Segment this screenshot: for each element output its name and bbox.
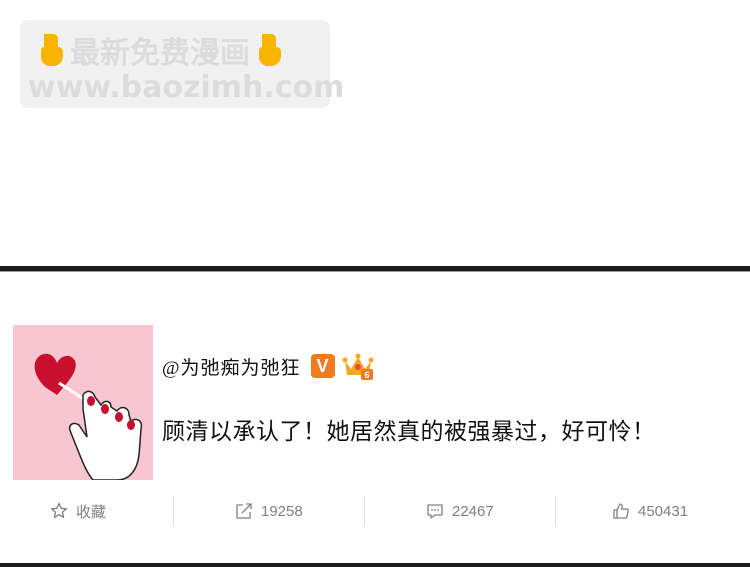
lollipop-hand-icon xyxy=(13,325,153,480)
pointing-hand-icon xyxy=(254,32,284,68)
svg-text:6: 6 xyxy=(364,370,369,380)
avatar[interactable] xyxy=(13,325,153,480)
watermark-title: 最新免费漫画 xyxy=(70,36,250,71)
comment-icon xyxy=(427,504,443,519)
favorite-button[interactable]: 收藏 xyxy=(50,494,106,528)
post-text: 顾清以承认了！她居然真的被强暴过，好可怜！ xyxy=(162,419,656,445)
repost-count: 19258 xyxy=(261,502,303,520)
bottom-divider xyxy=(0,563,750,567)
pointing-hand-icon xyxy=(36,32,66,68)
favorite-label: 收藏 xyxy=(76,503,107,521)
watermark-url: www.baozimh.com xyxy=(28,70,345,105)
repost-icon xyxy=(236,503,252,519)
action-divider xyxy=(364,496,365,526)
comment-count: 22467 xyxy=(452,502,494,520)
username[interactable]: @为弛痴为弛狂 xyxy=(162,353,301,380)
verified-badge: V xyxy=(310,354,335,378)
repost-button[interactable]: 19258 xyxy=(235,494,303,528)
star-icon xyxy=(50,502,68,519)
like-button[interactable]: 450431 xyxy=(612,494,688,528)
action-divider xyxy=(555,496,556,526)
action-bar: 收藏 19258 22467 450431 xyxy=(0,494,750,528)
post-header: @为弛痴为弛狂 V 6 xyxy=(162,350,375,382)
crown-icon: 6 xyxy=(341,351,375,381)
action-divider xyxy=(173,496,174,526)
comment-button[interactable]: 22467 xyxy=(426,494,494,528)
watermark-title-row: 最新免费漫画 xyxy=(36,30,284,71)
top-divider-shadow xyxy=(0,271,750,272)
watermark-banner: 最新免费漫画 www.baozimh.com xyxy=(20,20,344,108)
like-count: 450431 xyxy=(638,502,689,520)
thumbs-up-icon xyxy=(613,503,629,519)
